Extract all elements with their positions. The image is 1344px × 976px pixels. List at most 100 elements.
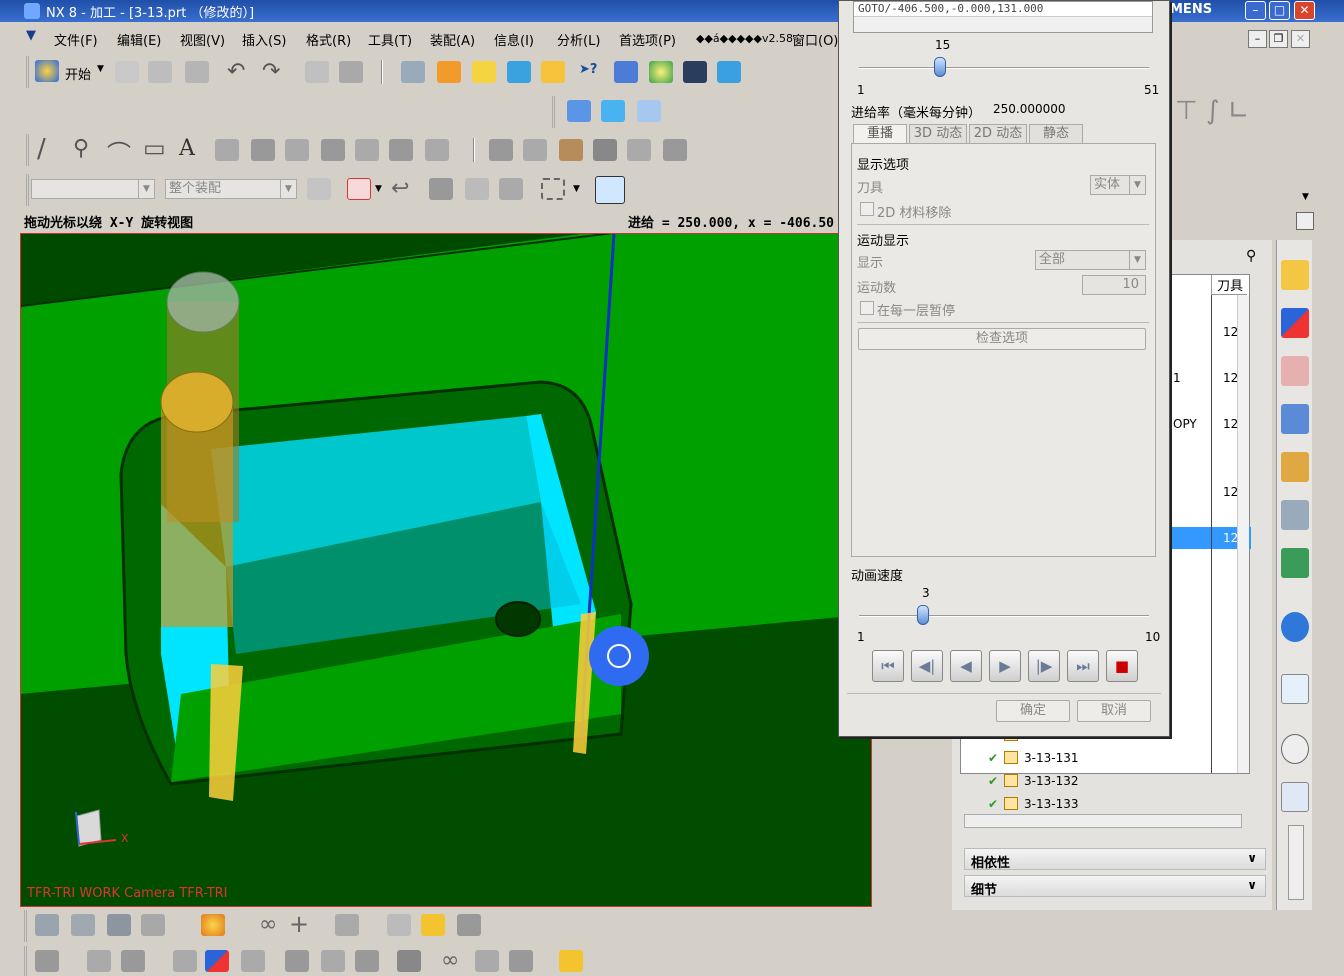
scale-icon[interactable] bbox=[173, 950, 197, 972]
plus-icon[interactable]: + bbox=[289, 910, 309, 938]
extrude-icon[interactable] bbox=[251, 139, 275, 161]
motion-count-field[interactable]: 10 bbox=[1082, 275, 1146, 295]
toolbar-overflow-icon[interactable]: ▼ bbox=[1302, 192, 1309, 202]
menu-preferences[interactable]: 首选项(P) bbox=[619, 30, 676, 49]
mirror-icon[interactable] bbox=[425, 139, 449, 161]
machine-tool-nav-icon[interactable] bbox=[1281, 452, 1309, 482]
list-item-op[interactable]: ✔ 3-13-133 bbox=[972, 797, 1262, 811]
edge-snap-icon[interactable] bbox=[499, 178, 523, 200]
graphics-window[interactable]: X TFR-TRI WORK Camera TFR-TRI bbox=[20, 233, 872, 907]
menu-file[interactable]: 文件(F) bbox=[54, 30, 98, 49]
update-icon[interactable] bbox=[717, 61, 741, 83]
go-to-start-button[interactable]: ⏮ bbox=[872, 650, 904, 682]
offset-icon[interactable] bbox=[355, 139, 379, 161]
book-icon[interactable] bbox=[593, 139, 617, 161]
box-select-dropdown-icon[interactable]: ▼ bbox=[573, 184, 580, 194]
group-icon[interactable] bbox=[285, 950, 309, 972]
copy-icon[interactable] bbox=[339, 61, 363, 83]
box-icon[interactable] bbox=[397, 950, 421, 972]
box-select-icon[interactable] bbox=[541, 178, 565, 200]
menu-analysis[interactable]: 分析(L) bbox=[557, 30, 600, 49]
maximize-button[interactable]: □ bbox=[1269, 1, 1290, 20]
tree-icon[interactable] bbox=[509, 950, 533, 972]
ungroup-icon[interactable] bbox=[321, 950, 345, 972]
select-solid-icon[interactable] bbox=[429, 178, 453, 200]
transform-icon[interactable] bbox=[614, 61, 638, 83]
point-snap-icon[interactable] bbox=[465, 178, 489, 200]
link-icon[interactable]: ∞ bbox=[259, 912, 277, 937]
menu-window[interactable]: 窗口(O) bbox=[792, 30, 838, 49]
bolt-icon[interactable] bbox=[387, 914, 411, 936]
vertical-scrollbar[interactable] bbox=[1237, 295, 1249, 773]
tab-2d-dynamic[interactable]: 2D 动态 bbox=[969, 124, 1027, 144]
material-removal-checkbox[interactable] bbox=[860, 202, 874, 216]
start-dropdown-icon[interactable]: ▼ bbox=[97, 64, 104, 74]
cut-icon[interactable] bbox=[305, 61, 329, 83]
copy-object-icon[interactable] bbox=[87, 950, 111, 972]
anim-slider-track[interactable] bbox=[859, 615, 1149, 617]
panel-maximize-button[interactable] bbox=[1296, 212, 1314, 230]
back-arrow-icon[interactable]: ↩ bbox=[391, 176, 409, 201]
model-scene[interactable] bbox=[21, 234, 872, 907]
tab-static[interactable]: 静态 bbox=[1029, 124, 1083, 144]
web-browser-icon[interactable] bbox=[1281, 674, 1309, 704]
anim-slider-thumb[interactable] bbox=[916, 605, 929, 625]
blank-block-icon[interactable] bbox=[457, 914, 481, 936]
list-item-selected[interactable] bbox=[1171, 527, 1211, 549]
method-icon[interactable] bbox=[201, 914, 225, 936]
check-options-button[interactable]: 检查选项 bbox=[858, 328, 1146, 350]
curve-icon[interactable]: ⌒ bbox=[107, 134, 131, 169]
assembly-nav-icon[interactable] bbox=[1281, 260, 1309, 290]
tab-replay[interactable]: 重播 bbox=[853, 124, 907, 144]
snap-dropdown-icon[interactable]: ▼ bbox=[375, 184, 382, 194]
snap-point-icon[interactable] bbox=[347, 178, 371, 200]
blank-icon[interactable] bbox=[683, 61, 707, 83]
solid-icon[interactable] bbox=[663, 139, 687, 161]
layer-icon[interactable] bbox=[121, 950, 145, 972]
details-panel[interactable]: 细节 ∨ bbox=[964, 875, 1266, 898]
arc-icon[interactable]: ⚲ bbox=[73, 136, 89, 161]
mdi-restore-button[interactable]: ❐ bbox=[1269, 30, 1288, 48]
revolve-icon[interactable] bbox=[285, 139, 309, 161]
wireframe-view-icon[interactable] bbox=[637, 100, 661, 122]
open-folder-icon[interactable] bbox=[148, 61, 172, 83]
project-icon[interactable] bbox=[389, 139, 413, 161]
program-icon[interactable] bbox=[71, 914, 95, 936]
operation-nav-icon[interactable] bbox=[1281, 404, 1309, 434]
replay-path-icon[interactable] bbox=[437, 61, 461, 83]
start-button-label[interactable]: 开始 bbox=[65, 64, 91, 83]
highlight-icon[interactable] bbox=[559, 950, 583, 972]
display-combo[interactable]: 全部 ▼ bbox=[1035, 250, 1146, 270]
snap-icon[interactable] bbox=[355, 950, 379, 972]
mdi-close-button[interactable]: ✕ bbox=[1291, 30, 1310, 48]
shaded-view-icon[interactable] bbox=[601, 100, 625, 122]
help-cursor-icon[interactable]: ➤? bbox=[579, 62, 597, 77]
tab-3d-dynamic[interactable]: 3D 动态 bbox=[909, 124, 967, 144]
shop-doc-icon[interactable] bbox=[649, 61, 673, 83]
align-icon[interactable] bbox=[241, 950, 265, 972]
feed-slider-thumb[interactable] bbox=[934, 57, 947, 77]
menu-insert[interactable]: 插入(S) bbox=[242, 30, 286, 49]
start-icon[interactable] bbox=[35, 60, 59, 82]
roles-icon[interactable] bbox=[1281, 782, 1309, 812]
coordinate-icon[interactable] bbox=[335, 914, 359, 936]
tool-display-combo[interactable]: 实体 ▼ bbox=[1090, 175, 1146, 195]
library-icon[interactable] bbox=[1281, 548, 1309, 578]
menu-assembly[interactable]: 装配(A) bbox=[430, 30, 475, 49]
chain-icon[interactable]: ∞ bbox=[441, 948, 459, 973]
minimize-button[interactable]: – bbox=[1245, 1, 1266, 20]
tool-icon[interactable] bbox=[107, 914, 131, 936]
type-filter-combo[interactable]: ▼ bbox=[31, 179, 155, 199]
history-icon[interactable] bbox=[1281, 734, 1309, 764]
ok-button[interactable]: 确定 bbox=[996, 700, 1070, 722]
surface-icon[interactable] bbox=[489, 139, 513, 161]
polygon-icon[interactable] bbox=[215, 139, 239, 161]
undo-icon[interactable]: ↶ bbox=[227, 59, 245, 84]
info-icon[interactable] bbox=[1281, 612, 1309, 642]
text-icon[interactable]: A bbox=[179, 136, 195, 161]
menu-plugin[interactable]: ◆◆á◆◆◆◆◆v2.58 bbox=[696, 32, 793, 45]
pin-icon[interactable]: ⚲ bbox=[1246, 248, 1256, 264]
trim-icon[interactable] bbox=[321, 139, 345, 161]
measure-icon[interactable] bbox=[475, 950, 499, 972]
sew-icon[interactable] bbox=[523, 139, 547, 161]
